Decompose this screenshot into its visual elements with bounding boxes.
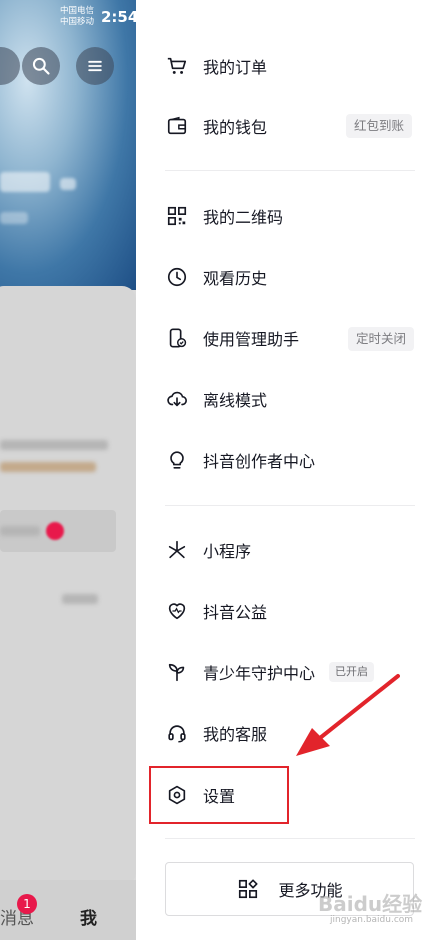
wallet-tag: 红包到账 [346, 114, 413, 138]
menu-item-qrcode[interactable]: 我的二维码 [165, 196, 425, 236]
menu-item-label: 我的订单 [203, 58, 268, 77]
menu-item-creator-center[interactable]: 抖音创作者中心 [165, 440, 425, 480]
grid-icon [236, 877, 260, 901]
watermark-sub: jingyan.baidu.com [330, 915, 414, 925]
nav-me[interactable]: 我 [80, 904, 97, 929]
divider [165, 505, 415, 506]
menu-item-label: 我的二维码 [203, 208, 284, 227]
profile-cover [0, 0, 136, 290]
sprout-icon [165, 660, 189, 684]
cloud-download-icon [165, 387, 189, 411]
hamburger-icon [88, 60, 102, 72]
menu-item-mini-program[interactable]: 小程序 [165, 530, 425, 570]
status-time: 2:54 [101, 8, 136, 26]
heart-icon [165, 599, 189, 623]
menu-item-label: 抖音公益 [203, 603, 268, 622]
menu-item-label: 离线模式 [203, 391, 268, 410]
background-profile-panel: 中国电信 中国移动 2:54 消息 1 我 [0, 0, 136, 940]
menu-button[interactable] [76, 47, 114, 85]
status-carriers: 中国电信 中国移动 [60, 6, 94, 28]
blurred-text-line [0, 440, 108, 450]
blurred-content-card [0, 286, 136, 886]
usage-manager-tag: 定时关闭 [348, 327, 415, 351]
clock-icon [165, 265, 189, 289]
annotation-arrow [296, 674, 400, 756]
menu-item-orders[interactable]: 我的订单 [165, 46, 425, 86]
blurred-username [0, 172, 50, 192]
carrier-1: 中国电信 [60, 6, 95, 16]
blurred-id [0, 212, 28, 224]
menu-item-history[interactable]: 观看历史 [165, 257, 425, 297]
blurred-text-line [0, 462, 96, 472]
watermark: Baidu经验 [318, 892, 423, 916]
blurred-text-line [62, 594, 98, 604]
blurred-tag [60, 178, 76, 190]
menu-item-label: 我的钱包 [203, 118, 268, 137]
cart-icon [165, 54, 189, 78]
menu-item-label: 小程序 [203, 542, 252, 561]
miniprogram-icon [165, 538, 189, 562]
qrcode-icon [165, 204, 189, 228]
bulb-icon [165, 448, 189, 472]
search-button[interactable] [22, 47, 60, 85]
blurred-badge [46, 522, 64, 540]
menu-item-charity[interactable]: 抖音公益 [165, 591, 425, 631]
phone-manage-icon [165, 326, 189, 350]
wallet-icon [165, 114, 189, 138]
menu-item-label: 使用管理助手 [203, 330, 300, 349]
carrier-2: 中国移动 [60, 17, 95, 27]
message-badge: 1 [17, 894, 37, 914]
menu-item-label: 抖音创作者中心 [203, 452, 316, 471]
search-icon [32, 57, 50, 75]
menu-item-offline[interactable]: 离线模式 [165, 379, 425, 419]
menu-item-label: 观看历史 [203, 269, 268, 288]
blurred-text-line [0, 526, 40, 536]
menu-item-label: 我的客服 [203, 725, 268, 744]
divider [165, 170, 415, 171]
divider [165, 838, 415, 839]
settings-highlight-box [149, 766, 289, 824]
headset-icon [165, 721, 189, 745]
